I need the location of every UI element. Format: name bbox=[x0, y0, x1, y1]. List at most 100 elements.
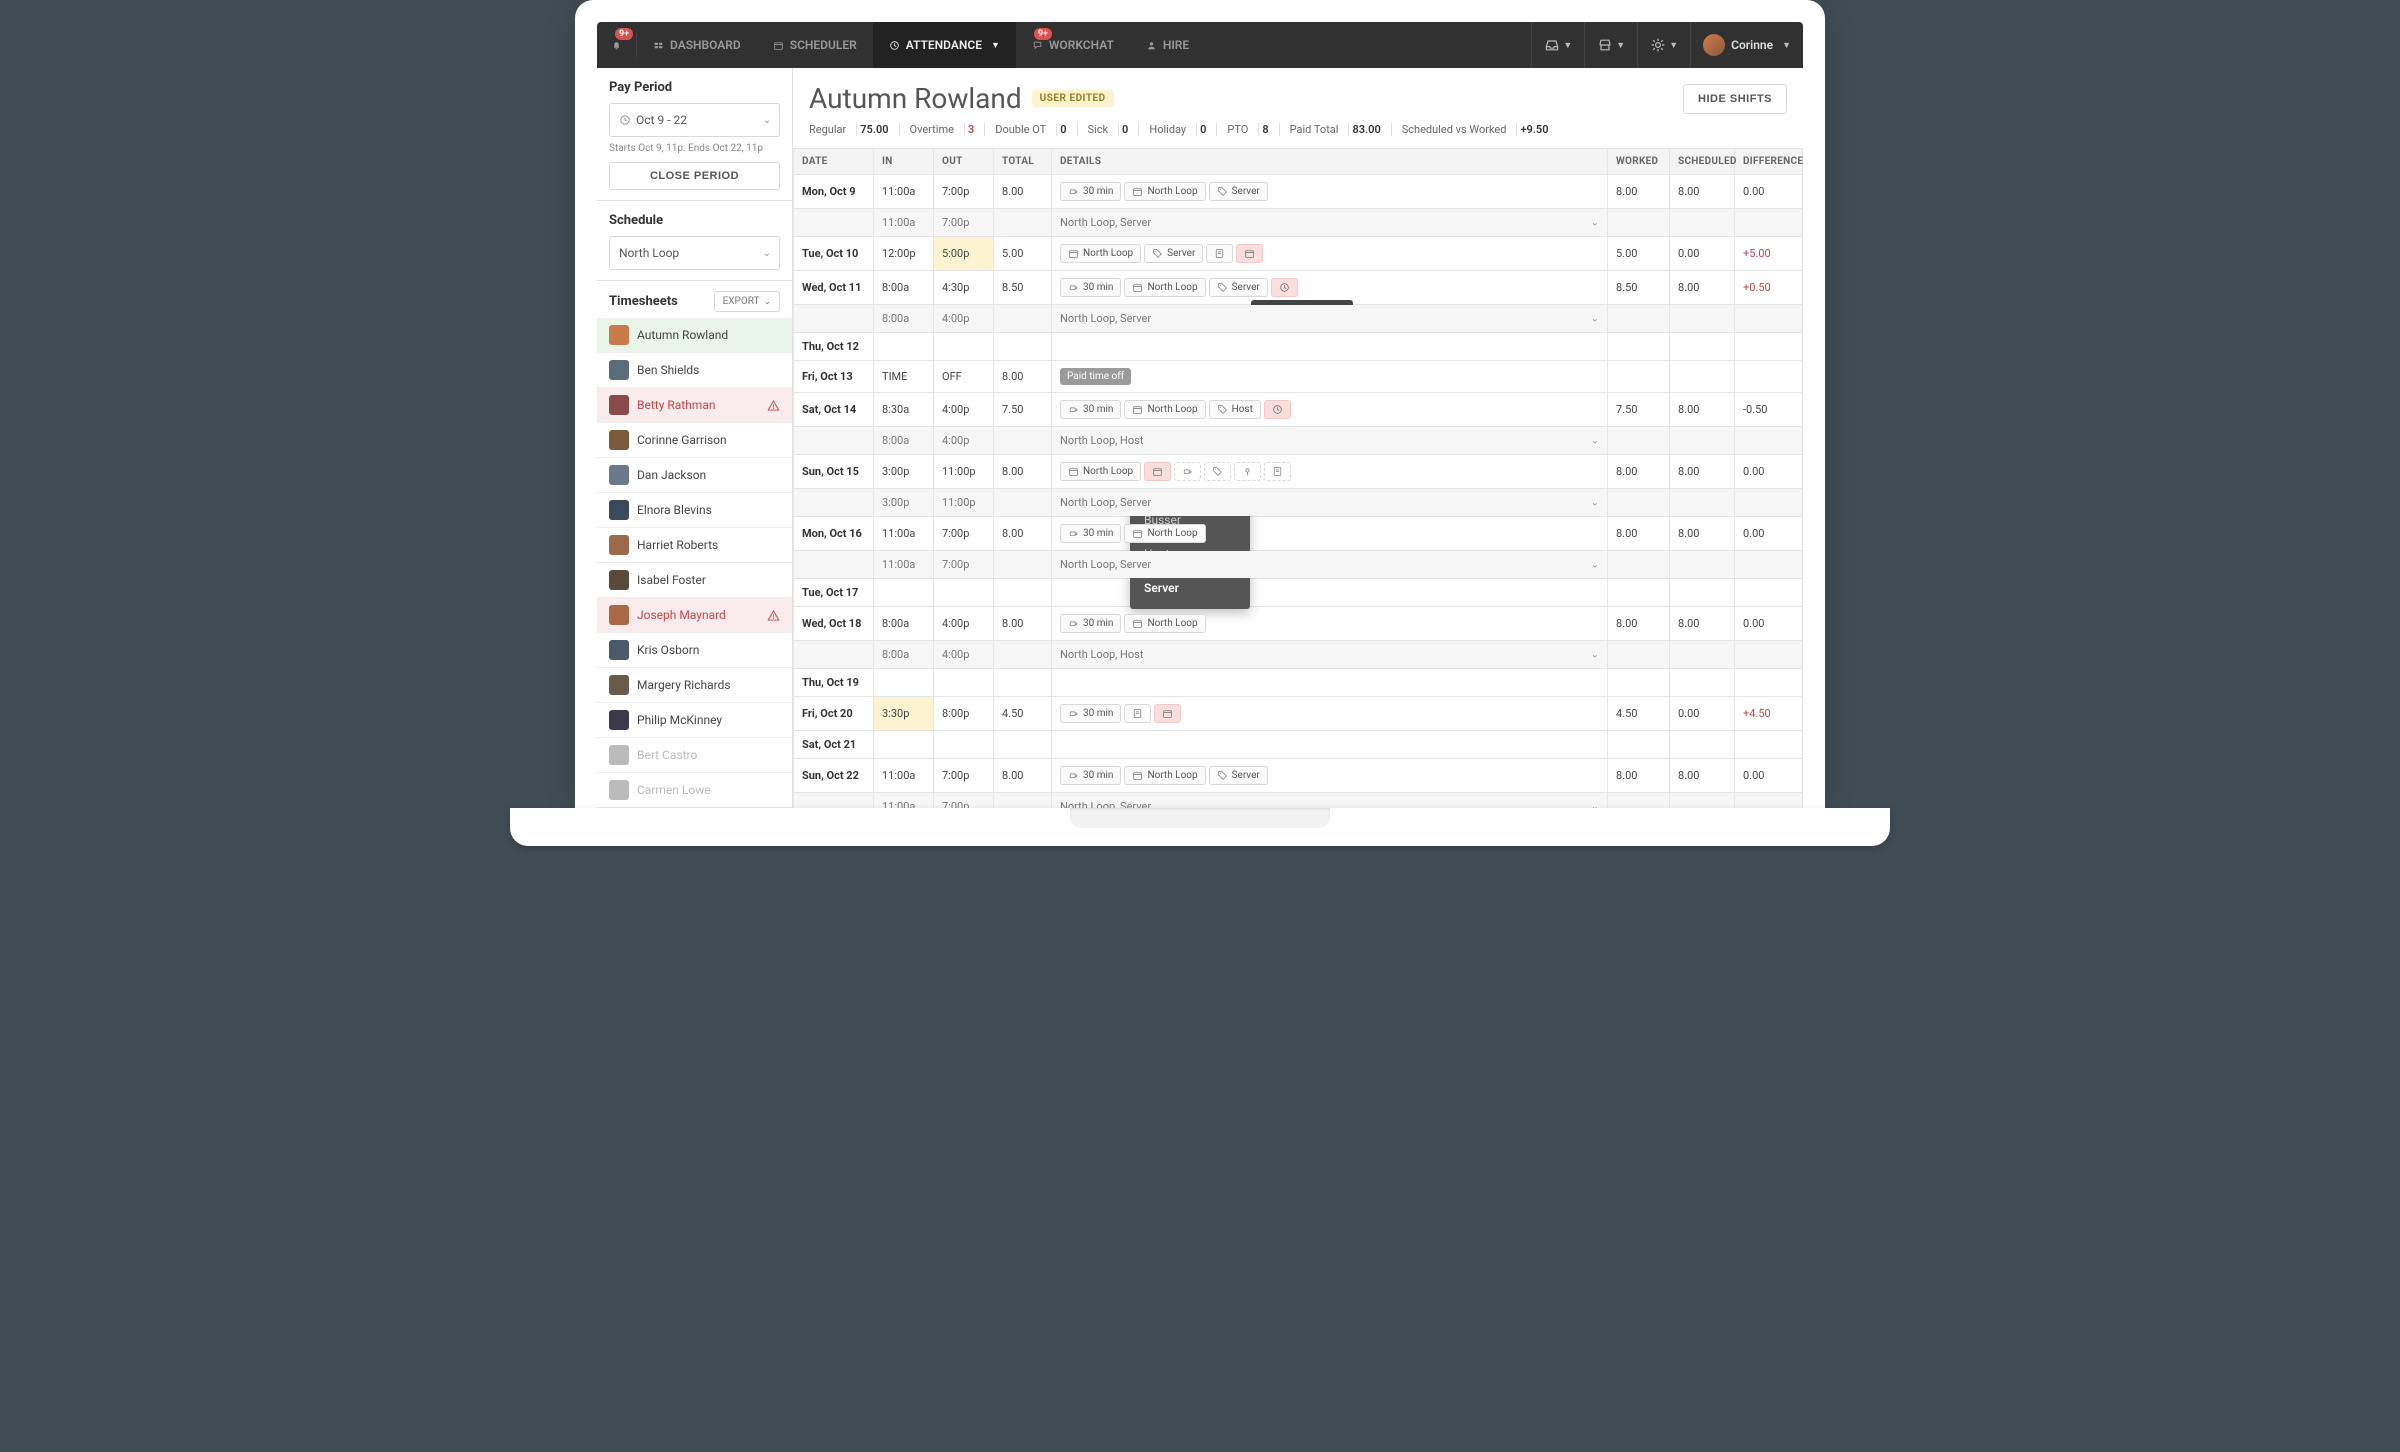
export-button[interactable]: EXPORT⌄ bbox=[714, 291, 780, 312]
table-row-scheduled[interactable]: 3:00p11:00pNorth Loop, Server⌄ bbox=[794, 489, 1803, 517]
employee-name: Kris Osborn bbox=[637, 643, 699, 657]
detail-chip[interactable] bbox=[1234, 462, 1261, 481]
table-row[interactable]: Mon, Oct 1611:00a7:00p8.00 30 min North … bbox=[794, 517, 1803, 551]
employee-row[interactable]: Joseph Maynard bbox=[597, 598, 792, 633]
table-row-scheduled[interactable]: 8:00a4:00pNorth Loop, Server⌄ bbox=[794, 305, 1803, 333]
avatar bbox=[609, 675, 629, 695]
table-row-scheduled[interactable]: 8:00a4:00pNorth Loop, Host⌄ bbox=[794, 427, 1803, 455]
table-row[interactable]: Mon, Oct 911:00a7:00p8.00 30 min North L… bbox=[794, 175, 1803, 209]
pay-period-select[interactable]: Oct 9 - 22⌄ bbox=[609, 103, 780, 137]
table-row-scheduled[interactable]: 11:00a7:00pNorth Loop, Server⌄ bbox=[794, 793, 1803, 809]
detail-chip[interactable]: Host bbox=[1209, 400, 1261, 419]
chevron-down-icon[interactable]: ⌄ bbox=[1591, 435, 1599, 446]
chevron-down-icon[interactable]: ⌄ bbox=[1591, 217, 1599, 228]
chevron-down-icon[interactable]: ⌄ bbox=[1591, 801, 1599, 808]
detail-chip[interactable]: Server bbox=[1209, 278, 1268, 297]
detail-chip[interactable] bbox=[1206, 244, 1233, 263]
table-row[interactable]: Sat, Oct 21 bbox=[794, 731, 1803, 759]
table-row[interactable]: Tue, Oct 1012:00p5:00p5.00 North Loop Se… bbox=[794, 237, 1803, 271]
employee-row[interactable]: Kris Osborn bbox=[597, 633, 792, 668]
detail-chip[interactable]: North Loop bbox=[1124, 182, 1205, 201]
employee-row[interactable]: Betty Rathman bbox=[597, 388, 792, 423]
nav-hire[interactable]: HIRE bbox=[1130, 22, 1205, 68]
chevron-down-icon[interactable]: ⌄ bbox=[1591, 649, 1599, 660]
detail-chip[interactable]: North Loop bbox=[1060, 462, 1141, 481]
detail-chip[interactable]: 30 min bbox=[1060, 704, 1121, 723]
table-row[interactable]: Wed, Oct 118:00a4:30p8.50 30 min North L… bbox=[794, 271, 1803, 305]
detail-chip[interactable] bbox=[1144, 462, 1171, 481]
table-row[interactable]: Sat, Oct 148:30a4:00p7.50 30 min North L… bbox=[794, 393, 1803, 427]
sidebar: Pay Period Oct 9 - 22⌄ Starts Oct 9, 11p… bbox=[597, 68, 793, 808]
chevron-down-icon[interactable]: ⌄ bbox=[1591, 559, 1599, 570]
table-row[interactable]: Wed, Oct 188:00a4:00p8.00 30 min North L… bbox=[794, 607, 1803, 641]
table-row-scheduled[interactable]: 11:00a7:00pNorth Loop, Server⌄ bbox=[794, 209, 1803, 237]
detail-chip[interactable]: 30 min bbox=[1060, 766, 1121, 785]
detail-chip[interactable] bbox=[1174, 462, 1201, 481]
nav-workchat[interactable]: WORKCHAT9+ bbox=[1016, 22, 1130, 68]
detail-chip[interactable]: North Loop bbox=[1124, 278, 1205, 297]
detail-chip[interactable] bbox=[1154, 704, 1181, 723]
employee-row[interactable]: Carmen Lowe bbox=[597, 773, 792, 808]
schedule-select[interactable]: North Loop⌄ bbox=[609, 236, 780, 270]
table-row-scheduled[interactable]: 8:00a4:00pNorth Loop, Host⌄ bbox=[794, 641, 1803, 669]
detail-chip[interactable] bbox=[1264, 462, 1291, 481]
detail-chip[interactable]: North Loop bbox=[1060, 244, 1141, 263]
detail-chip[interactable]: North Loop bbox=[1124, 400, 1205, 419]
employee-row[interactable]: Philip McKinney bbox=[597, 703, 792, 738]
detail-chip[interactable]: 30 min bbox=[1060, 614, 1121, 633]
detail-chip[interactable]: 30 min bbox=[1060, 400, 1121, 419]
nav-dashboard[interactable]: DASHBOARD bbox=[637, 22, 757, 68]
employee-row[interactable]: Isabel Foster bbox=[597, 563, 792, 598]
detail-chip[interactable]: Server bbox=[1209, 766, 1268, 785]
page-title: Autumn RowlandUSER EDITED bbox=[809, 82, 1114, 115]
close-period-button[interactable]: CLOSE PERIOD bbox=[609, 162, 780, 190]
table-row[interactable]: Sun, Oct 153:00p11:00p8.00 North LoopBus… bbox=[794, 455, 1803, 489]
table-row[interactable]: Thu, Oct 12 bbox=[794, 333, 1803, 361]
table-row[interactable]: Tue, Oct 17 bbox=[794, 579, 1803, 607]
location-menu-icon[interactable]: ▼ bbox=[1584, 22, 1637, 68]
detail-chip[interactable]: North Loop bbox=[1124, 766, 1205, 785]
detail-chip[interactable]: North Loop bbox=[1124, 614, 1205, 633]
detail-chip[interactable] bbox=[1204, 462, 1231, 481]
timesheets-title: Timesheets bbox=[609, 294, 678, 309]
detail-chip[interactable]: 30 min bbox=[1060, 182, 1121, 201]
detail-chip[interactable] bbox=[1264, 400, 1291, 419]
detail-chip[interactable]: Server bbox=[1144, 244, 1203, 263]
inbox-menu-icon[interactable]: ▼ bbox=[1531, 22, 1584, 68]
detail-chip[interactable] bbox=[1236, 244, 1263, 263]
schedule-title: Schedule bbox=[609, 213, 780, 228]
chevron-down-icon[interactable]: ⌄ bbox=[1591, 313, 1599, 324]
employee-row[interactable]: Corinne Garrison bbox=[597, 423, 792, 458]
notifications-icon[interactable]: 9+ bbox=[597, 22, 636, 68]
hide-shifts-button[interactable]: HIDE SHIFTS bbox=[1683, 84, 1787, 114]
employee-row[interactable]: Elnora Blevins bbox=[597, 493, 792, 528]
detail-chip[interactable]: North Loop bbox=[1124, 524, 1205, 543]
detail-chip[interactable] bbox=[1124, 704, 1151, 723]
detail-chip[interactable]: 30 min bbox=[1060, 278, 1121, 297]
table-row[interactable]: Sun, Oct 2211:00a7:00p8.00 30 min North … bbox=[794, 759, 1803, 793]
employee-row[interactable]: Ben Shields bbox=[597, 353, 792, 388]
table-row[interactable]: Fri, Oct 13TIMEOFF8.00Paid time off bbox=[794, 361, 1803, 393]
employee-row[interactable]: Bert Castro bbox=[597, 738, 792, 773]
chevron-down-icon[interactable]: ⌄ bbox=[1591, 497, 1599, 508]
employee-row[interactable]: Margery Richards bbox=[597, 668, 792, 703]
employee-name: Corinne Garrison bbox=[637, 433, 727, 447]
table-row[interactable]: Thu, Oct 19 bbox=[794, 669, 1803, 697]
detail-chip[interactable]: Paid time off bbox=[1060, 368, 1131, 385]
employee-name: Elnora Blevins bbox=[637, 503, 712, 517]
employee-row[interactable]: Dan Jackson bbox=[597, 458, 792, 493]
user-menu[interactable]: Corinne▼ bbox=[1690, 22, 1803, 68]
avatar bbox=[1703, 34, 1725, 56]
settings-menu-icon[interactable]: ▼ bbox=[1637, 22, 1690, 68]
detail-chip[interactable]: 30 min bbox=[1060, 524, 1121, 543]
detail-chip[interactable] bbox=[1271, 278, 1298, 297]
employee-row[interactable]: Autumn Rowland bbox=[597, 318, 792, 353]
detail-chip[interactable]: Server bbox=[1209, 182, 1268, 201]
employee-name: Ben Shields bbox=[637, 363, 699, 377]
top-nav: 9+ DASHBOARD SCHEDULER ATTENDANCE▼ WORKC… bbox=[597, 22, 1803, 68]
table-row-scheduled[interactable]: 11:00a7:00pNorth Loop, Server⌄ bbox=[794, 551, 1803, 579]
nav-scheduler[interactable]: SCHEDULER bbox=[757, 22, 873, 68]
table-row[interactable]: Fri, Oct 203:30p8:00p4.50 30 min4.500.00… bbox=[794, 697, 1803, 731]
employee-row[interactable]: Harriet Roberts bbox=[597, 528, 792, 563]
nav-attendance[interactable]: ATTENDANCE▼ bbox=[873, 22, 1016, 68]
